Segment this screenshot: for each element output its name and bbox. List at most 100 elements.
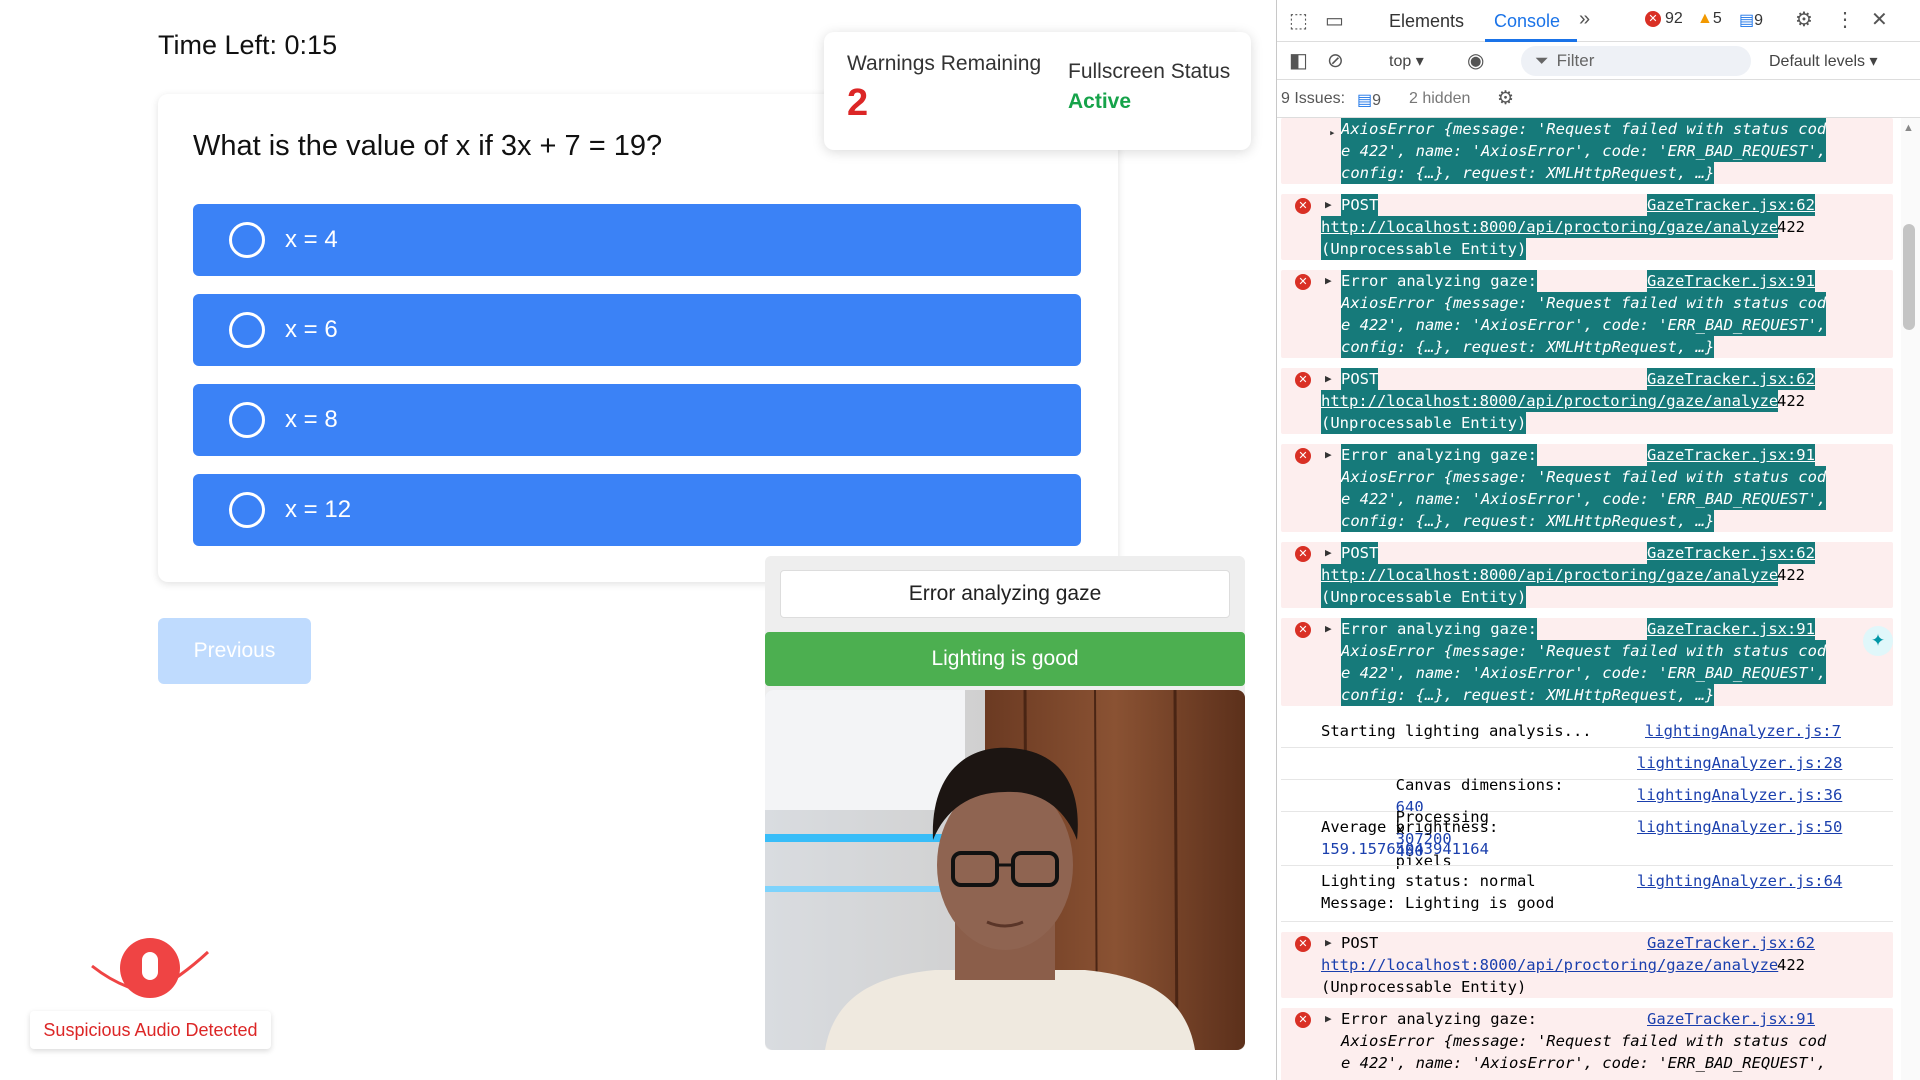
console-error-entry[interactable]: AxiosError {message: 'Request failed wit… [1281, 118, 1893, 184]
request-url-link[interactable]: http://localhost:8000/api/proctoring/gaz… [1321, 390, 1779, 412]
console-error-entry[interactable]: ✕ ▶ Error analyzing gaze: GazeTracker.js… [1281, 1008, 1893, 1080]
levels-select[interactable]: Default levels ▾ [1769, 51, 1878, 71]
status-code: 422 [1777, 392, 1805, 410]
ai-assist-icon[interactable]: ✦ [1863, 626, 1893, 656]
log-value: 159.15765043941164 [1321, 840, 1489, 858]
expand-triangle-icon[interactable]: ▶ [1325, 270, 1332, 292]
option-1[interactable]: x = 4 [193, 204, 1081, 276]
source-link[interactable]: GazeTracker.jsx:62 [1647, 368, 1815, 390]
source-link[interactable]: lightingAnalyzer.js:64 [1637, 870, 1842, 892]
source-link[interactable]: GazeTracker.jsx:91 [1647, 444, 1815, 466]
status-code: 422 [1777, 956, 1805, 974]
source-link[interactable]: lightingAnalyzer.js:7 [1645, 720, 1841, 742]
source-link[interactable]: lightingAnalyzer.js:28 [1637, 752, 1842, 774]
clear-console-icon[interactable]: ⊘ [1327, 48, 1344, 73]
source-link[interactable]: GazeTracker.jsx:91 [1647, 618, 1815, 640]
source-link[interactable]: lightingAnalyzer.js:50 [1637, 816, 1842, 838]
hidden-count: 2 hidden [1409, 90, 1471, 107]
expand-triangle-icon[interactable]: ▶ [1325, 194, 1332, 216]
log-line: e 422', name: 'AxiosError', code: 'ERR_B… [1341, 314, 1827, 336]
tab-elements[interactable]: Elements [1389, 11, 1464, 32]
warning-counter[interactable]: ▲5 [1697, 10, 1722, 28]
message-icon: ▤ [1357, 92, 1373, 109]
error-icon: ✕ [1295, 546, 1311, 562]
microphone-icon [142, 952, 158, 980]
question-text: What is the value of x if 3x + 7 = 19? [193, 130, 663, 162]
request-url-link[interactable]: http://localhost:8000/api/proctoring/gaz… [1321, 216, 1779, 238]
issues-bar: 9 Issues: ▤9 2 hidden ⚙ [1277, 80, 1920, 118]
expand-triangle-icon[interactable]: ▶ [1325, 368, 1332, 390]
console-error-entry[interactable]: ✕ ▶ POST GazeTracker.jsx:62 http://local… [1281, 932, 1893, 998]
error-counter[interactable]: ✕ 92 [1645, 10, 1683, 28]
option-4[interactable]: x = 12 [193, 474, 1081, 546]
eye-icon[interactable]: ◉ [1467, 48, 1484, 73]
exam-page: Time Left: 0:15 What is the value of x i… [0, 0, 1276, 1080]
error-icon: ✕ [1295, 1012, 1311, 1028]
radio-icon[interactable] [229, 222, 265, 258]
console-error-entry[interactable]: ✕ ▶ POST GazeTracker.jsx:62 http://local… [1281, 368, 1893, 434]
timer: Time Left: 0:15 [158, 30, 338, 60]
expand-triangle-icon[interactable]: ▶ [1325, 618, 1332, 640]
close-icon[interactable]: ✕ [1871, 7, 1888, 32]
radio-icon[interactable] [229, 402, 265, 438]
console-error-entry[interactable]: ✕ ▶ POST GazeTracker.jsx:62 http://local… [1281, 542, 1893, 608]
source-link[interactable]: GazeTracker.jsx:62 [1647, 194, 1815, 216]
option-3[interactable]: x = 8 [193, 384, 1081, 456]
tab-console[interactable]: Console [1494, 11, 1560, 32]
option-2[interactable]: x = 6 [193, 294, 1081, 366]
warnings-label: Warnings Remaining [847, 52, 1042, 75]
warning-icon: ▲ [1697, 10, 1713, 27]
warnings-value: 2 [847, 82, 869, 124]
chevron-down-icon: ▾ [1869, 53, 1878, 70]
console-log-entry[interactable]: Lighting status: normal Message: Lightin… [1281, 866, 1893, 922]
lighting-status: Lighting is good [765, 632, 1245, 686]
expand-triangle-icon[interactable]: ▸ [1329, 118, 1336, 144]
request-url-link[interactable]: http://localhost:8000/api/proctoring/gaz… [1321, 954, 1778, 976]
device-toggle-icon[interactable]: ▭ [1325, 8, 1344, 33]
gear-icon[interactable]: ⚙ [1795, 7, 1813, 32]
error-icon: ✕ [1295, 936, 1311, 952]
source-link[interactable]: GazeTracker.jsx:91 [1647, 1008, 1815, 1030]
issues-count-link[interactable]: ▤9 [1357, 90, 1381, 110]
log-line: config: {…}, request: XMLHttpRequest, …} [1341, 162, 1715, 184]
expand-triangle-icon[interactable]: ▶ [1325, 1008, 1332, 1030]
gear-icon[interactable]: ⚙ [1497, 87, 1514, 110]
info-counter[interactable]: ▤9 [1739, 10, 1763, 30]
request-url-link[interactable]: http://localhost:8000/api/proctoring/gaz… [1321, 564, 1779, 586]
scrollbar-thumb[interactable] [1903, 224, 1915, 330]
webcam-image [765, 690, 1245, 1050]
kebab-menu-icon[interactable]: ⋮ [1835, 7, 1855, 32]
status-code: 422 [1777, 566, 1805, 584]
source-link[interactable]: GazeTracker.jsx:91 [1647, 270, 1815, 292]
expand-triangle-icon[interactable]: ▶ [1325, 542, 1332, 564]
log-line: e 422', name: 'AxiosError', code: 'ERR_B… [1341, 488, 1827, 510]
log-message: Error analyzing gaze: [1341, 270, 1537, 292]
console-log-entry[interactable]: Starting lighting analysis... lightingAn… [1281, 716, 1893, 748]
devtools-panel: ⬚ ▭ Elements Console » ✕ 92 ▲5 ▤9 ⚙ ⋮ ✕ … [1276, 0, 1920, 1080]
console-log-entry[interactable]: Average brightness: 159.15765043941164 l… [1281, 812, 1893, 866]
console-error-entry[interactable]: ✕ ▶ POST GazeTracker.jsx:62 http://local… [1281, 194, 1893, 260]
previous-button[interactable]: Previous [158, 618, 311, 684]
log-message: Error analyzing gaze: [1341, 444, 1537, 466]
radio-icon[interactable] [229, 312, 265, 348]
radio-icon[interactable] [229, 492, 265, 528]
console-error-entry[interactable]: ✕ ▶ Error analyzing gaze: GazeTracker.js… [1281, 618, 1893, 706]
filter-input[interactable]: ⏷ Filter [1521, 46, 1751, 76]
option-label: x = 8 [285, 406, 338, 433]
console-error-entry[interactable]: ✕ ▶ Error analyzing gaze: GazeTracker.js… [1281, 270, 1893, 358]
expand-triangle-icon[interactable]: ▶ [1325, 444, 1332, 466]
console-error-entry[interactable]: ✕ ▶ Error analyzing gaze: GazeTracker.js… [1281, 444, 1893, 532]
inspect-element-icon[interactable]: ⬚ [1289, 8, 1308, 33]
console-log-entry[interactable]: Processing 307200 pixels lightingAnalyze… [1281, 780, 1893, 870]
expand-triangle-icon[interactable]: ▶ [1325, 932, 1332, 954]
scroll-up-icon[interactable]: ▲ [1903, 122, 1914, 134]
context-select[interactable]: top ▾ [1389, 51, 1424, 71]
source-link[interactable]: GazeTracker.jsx:62 [1647, 542, 1815, 564]
log-message: Error analyzing gaze: [1341, 1010, 1537, 1028]
console-log-entry[interactable]: Canvas dimensions: 640 x 480 lightingAna… [1281, 748, 1893, 860]
more-tabs-icon[interactable]: » [1579, 8, 1590, 31]
fullscreen-label: Fullscreen Status [1068, 60, 1231, 83]
sidebar-toggle-icon[interactable]: ◧ [1289, 48, 1308, 73]
source-link[interactable]: lightingAnalyzer.js:36 [1637, 784, 1842, 806]
source-link[interactable]: GazeTracker.jsx:62 [1647, 932, 1815, 954]
